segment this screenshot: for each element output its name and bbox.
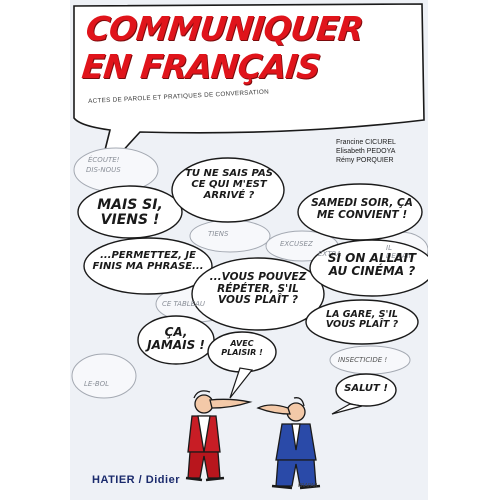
authors-list: Francine CICUREL Elisabeth PEDOYA Rémy P… [336,138,396,165]
faded-word: ÉCOUTE! [88,156,120,164]
faded-bubble [71,353,137,399]
faded-word: DIS-NOUS [86,166,121,174]
bubble-text-tu-ne-sais-pas: TU NE SAIS PAS CE QUI M'EST ARRIVÉ ? [185,168,273,201]
bubble-text-vous-pouvez-repeter: ...VOUS POUVEZ RÉPÉTER, S'IL VOUS PLAÎT … [209,271,307,307]
bubble-text-si-on-allait: SI ON ALLAIT AU CINÉMA ? [327,251,417,279]
character-left [185,390,253,482]
publisher-logo: HATIER / Didier [92,474,180,486]
title-line-2: EN FRANÇAIS [80,47,322,86]
title-line-1: COMMUNIQUER [84,9,365,48]
author-name: Rémy PORQUIER [336,157,394,164]
faded-word: INSECTICIDE ! [338,356,388,364]
faded-bubble [189,219,271,253]
bubble-text-avec-plaisir: AVEC PLAISIR ! [221,339,263,357]
bubble-text-ca-jamais: ÇA, JAMAIS ! [147,325,205,353]
faded-word: CE TABLEAU [162,300,205,308]
author-name: Elisabeth PEDOYA [336,148,396,155]
author-name: Francine CICUREL [336,139,396,146]
character-right [256,397,321,490]
bubble-text-salut: SALUT ! [344,383,388,394]
bubble-text-samedi-soir: SAMEDI SOIR, ÇA ME CONVIENT ! [311,197,413,221]
bubble-text-la-gare: LA GARE, S'IL VOUS PLAÎT ? [325,309,399,331]
bubble-text-permettez: ...PERMETTEZ, JE FINIS MA PHRASE... [92,250,204,272]
faded-word: TIENS [208,230,229,238]
book-cover: COMMUNIQUER EN FRANÇAIS ACTES DE PAROLE … [70,0,428,500]
bubble-tail [229,367,254,399]
faded-word: EXCUSEZ [280,240,313,248]
book-title: COMMUNIQUER EN FRANÇAIS [80,9,388,86]
illustrator-signature: FRAPAR [298,483,318,489]
bubble-text-mais-si-viens: MAIS SI, VIENS ! [97,197,163,229]
faded-word: LE-BOL [84,380,110,388]
bubble-tail [331,403,363,415]
